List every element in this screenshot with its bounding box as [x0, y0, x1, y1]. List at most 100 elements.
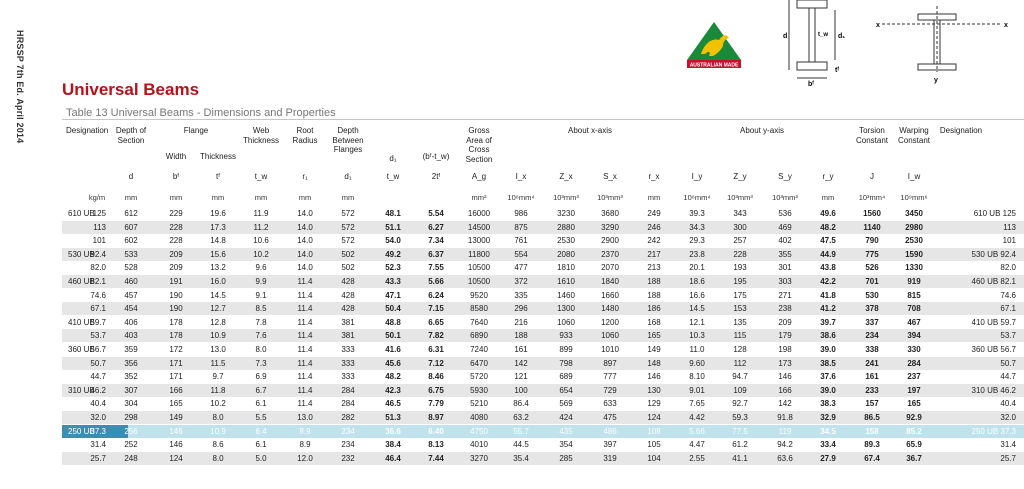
table-cell: 27.9 — [820, 453, 836, 463]
unit-11: 10³mm³ — [553, 193, 579, 202]
table-cell: 234 — [341, 426, 355, 436]
table-cell: 45.6 — [385, 358, 401, 368]
table-cell: 11.4 — [297, 290, 313, 300]
table-cell: 5930 — [470, 385, 488, 395]
table-cell: 607 — [124, 222, 138, 232]
table-cell: 8580 — [470, 304, 488, 314]
table-cell: 6.24 — [428, 290, 444, 300]
table-row: 82.0 528 209 13.2 9.6 14.0 502 52.3 7.55 10500 477… — [62, 261, 1024, 274]
table-cell: 8.0 — [255, 345, 267, 354]
header-root-radius: Root Radius — [292, 126, 318, 145]
table-cell: 729 — [603, 385, 617, 395]
table-cell: 5.66 — [428, 277, 444, 286]
table-cell: 14.0 — [297, 222, 313, 232]
table-cell: 8.5 — [255, 304, 267, 314]
table-row: 32.0 298 149 8.0 5.5 13.0 282 51.3 8.97 4080 63.2 4… — [62, 411, 1024, 424]
table-cell: 188 — [514, 331, 528, 341]
table-cell: 92.9 — [906, 413, 922, 422]
table-cell: 172 — [169, 345, 183, 354]
table-cell: 146 — [169, 426, 183, 436]
table-cell: 701 — [865, 277, 879, 286]
header-about-y-axis: About y-axis — [739, 126, 785, 135]
table-cell: 7.34 — [428, 236, 444, 246]
table-cell: 63.6 — [777, 453, 793, 463]
table-cell: 14.0 — [297, 209, 313, 218]
table-cell: 193 — [733, 263, 747, 273]
table-cell: 65.9 — [906, 440, 922, 450]
table-cell: 197 — [907, 385, 921, 395]
table-cell: 128 — [733, 345, 747, 354]
table-cell: 41.1 — [732, 453, 748, 463]
header-flange-width: Width — [165, 152, 187, 161]
table-cell: 157 — [865, 399, 879, 409]
header-d1: d₁ — [389, 154, 397, 163]
header-bf-tw: (bᶠ-t_w) — [422, 152, 450, 161]
table-cell: 35.4 — [513, 453, 529, 463]
table-cell: 271 — [778, 290, 792, 300]
table-cell: 165 — [647, 331, 661, 341]
table-cell: 3230 — [557, 209, 575, 218]
table-cell: 10500 — [467, 263, 491, 273]
table-cell: 190 — [169, 290, 183, 300]
table-cell: 6.31 — [428, 345, 444, 354]
unit-13: mm — [647, 193, 661, 202]
table-cell: 149 — [169, 413, 183, 422]
table-row: 113 607 228 17.3 11.2 14.0 572 51.1 6.27 14500 875… — [62, 220, 1024, 234]
table-cell: 238 — [778, 304, 792, 314]
table-cell: 304 — [124, 399, 138, 409]
table-cell: 875 — [514, 222, 528, 232]
table-cell: 168 — [647, 317, 661, 327]
table-cell: 11.2 — [253, 222, 269, 232]
table-cell: 554 — [514, 249, 528, 259]
table-cell: 5210 — [470, 399, 488, 409]
table-cell: 7.8 — [255, 317, 267, 327]
table-caption: Table 13 Universal Beams - Dimensions an… — [66, 107, 336, 119]
table-cell: 11.4 — [297, 331, 313, 341]
table-cell: 7.79 — [428, 399, 444, 409]
table-row: 410 UB 59.7 406 178 12.8 7.8 11.4 381 48.8 6.65 76… — [62, 316, 1024, 329]
table-cell: 12.7 — [210, 304, 226, 314]
table-cell: 343 — [733, 209, 747, 218]
header-warping-constant: Warping Constant — [897, 126, 931, 145]
table-cell: 171 — [169, 372, 183, 382]
table-cell: 175 — [733, 290, 747, 300]
symbol-18: I_w — [907, 172, 921, 181]
table-cell: 161 — [514, 345, 528, 354]
table-cell: 37.3 — [90, 426, 106, 436]
table-row: 50.7 356 171 11.5 7.3 11.4 333 45.6 7.12 6470 142 7… — [62, 356, 1024, 370]
table-cell: 112 — [733, 358, 747, 368]
table-cell: 394 — [907, 331, 921, 341]
table-cell: 8.13 — [428, 440, 444, 450]
table-cell: 569 — [559, 399, 573, 409]
symbol-3: t_w — [254, 172, 268, 181]
table-cell: 919 — [907, 277, 921, 286]
table-row: 44.7 352 171 9.7 6.9 11.4 333 48.2 8.46 5720 121 68… — [62, 370, 1024, 383]
table-cell: 9.60 — [689, 358, 705, 368]
table-cell: 610 UB 125 — [973, 209, 1016, 218]
table-row: 101 602 228 14.8 10.6 14.0 572 54.0 7.34 13000 761… — [62, 234, 1024, 247]
table-cell: 1610 — [557, 277, 575, 286]
table-cell: 9.01 — [689, 385, 705, 395]
table-cell: 38.6 — [820, 331, 836, 341]
table-cell: 44.7 — [90, 372, 106, 382]
table-cell: 775 — [865, 249, 879, 259]
table-cell: 74.6 — [1000, 290, 1016, 300]
table-cell: 11.9 — [253, 209, 269, 218]
table-cell: 36.7 — [906, 453, 922, 463]
table-cell: 6470 — [470, 358, 488, 368]
table-cell: 654 — [559, 385, 573, 395]
table-cell: 486 — [603, 426, 617, 436]
page-title: Universal Beams — [62, 80, 200, 99]
table-cell: 11.4 — [297, 304, 313, 314]
table-row: 610 UB 125 612 229 19.6 11.9 14.0 572 48.1 5.54 16… — [62, 207, 1024, 220]
table-cell: 5.0 — [255, 453, 267, 463]
table-cell: 59.7 — [90, 317, 106, 327]
table-cell: 1010 — [601, 345, 619, 354]
table-cell: 354 — [559, 440, 573, 450]
table-cell: 52.3 — [385, 263, 401, 273]
table-cell: 46.5 — [385, 399, 401, 409]
table-cell: 15.6 — [210, 249, 226, 259]
table-cell: 10.2 — [253, 249, 269, 259]
table-cell: 32.0 — [1000, 413, 1016, 422]
table-cell: 403 — [124, 331, 138, 341]
